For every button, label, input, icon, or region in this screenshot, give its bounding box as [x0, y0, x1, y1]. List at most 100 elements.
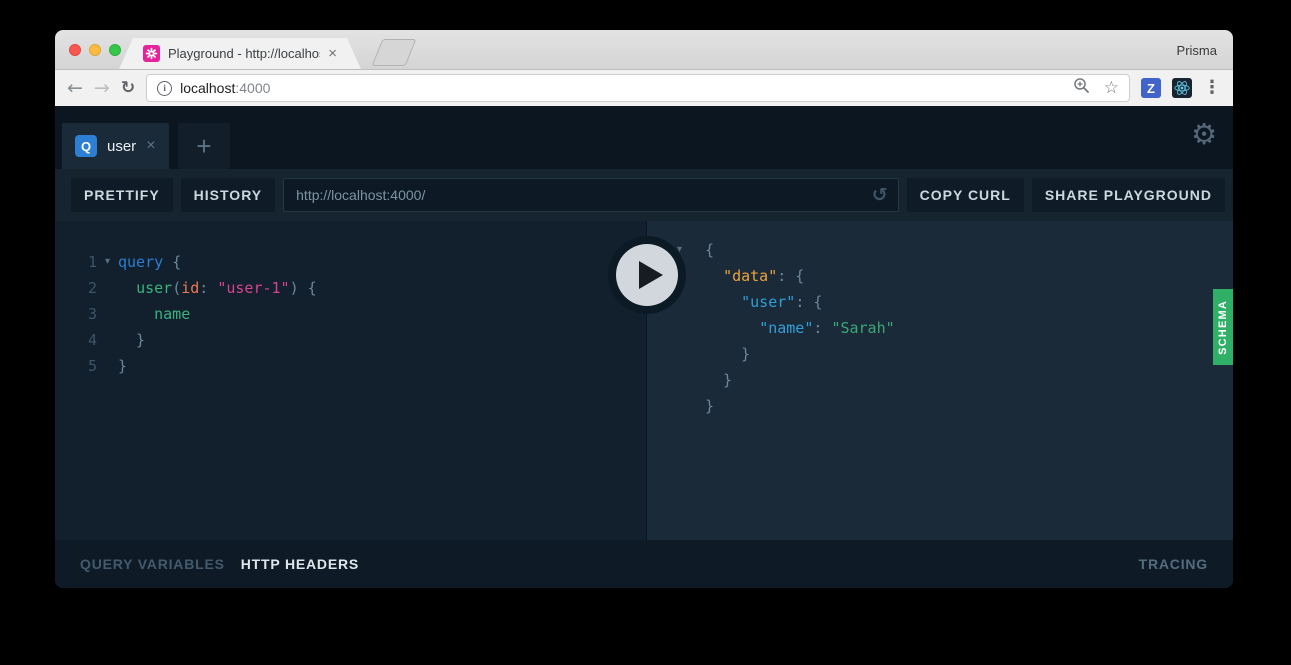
code-token: : [813, 315, 831, 341]
playground-tab-user[interactable]: Q user × [62, 123, 169, 169]
back-icon[interactable]: ← [67, 79, 83, 98]
browser-tab[interactable]: Playground - http://localhost:4 × [119, 38, 361, 69]
url-input[interactable]: i localhost:4000 ☆ [146, 74, 1130, 102]
code-token: } [705, 367, 732, 393]
url-port: :4000 [235, 80, 270, 96]
code-token [705, 289, 741, 315]
fold-arrow-icon [677, 341, 705, 367]
prettify-button[interactable]: PRETTIFY [71, 178, 173, 212]
code-token [118, 275, 136, 301]
code-token: "user-1" [217, 275, 289, 301]
fold-arrow-icon [677, 315, 705, 341]
playground-footer: QUERY VARIABLES HTTP HEADERS TRACING [55, 540, 1233, 588]
playground-tab-close-icon[interactable]: × [146, 138, 155, 154]
code-token: : { [795, 289, 822, 315]
z-extension-icon[interactable]: Z [1141, 78, 1161, 98]
line-number: 4 [55, 327, 97, 353]
code-token: : [199, 275, 217, 301]
fold-arrow-icon [97, 327, 118, 353]
response-code-line: ▾{ [647, 237, 1233, 263]
code-token [118, 301, 154, 327]
bookmark-star-icon[interactable]: ☆ [1104, 80, 1119, 97]
tracing-tab[interactable]: TRACING [1139, 556, 1208, 572]
playground-main: 1▾query {2 user(id: "user-1") {3 name4 }… [55, 221, 1233, 540]
editor-code-line[interactable]: 3 name [55, 301, 646, 327]
http-headers-tab[interactable]: HTTP HEADERS [241, 556, 359, 572]
fold-arrow-icon [677, 367, 705, 393]
editor-code-line[interactable]: 5} [55, 353, 646, 379]
editor-code-line[interactable]: 1▾query { [55, 249, 646, 275]
url-text[interactable]: localhost:4000 [180, 80, 270, 96]
response-code-line: } [647, 393, 1233, 419]
code-token: } [118, 327, 145, 353]
code-token: ) { [290, 275, 317, 301]
browser-titlebar: Playground - http://localhost:4 × Prisma [55, 30, 1233, 70]
traffic-lights [69, 44, 121, 56]
forward-icon: → [94, 79, 110, 98]
fold-arrow-icon [97, 353, 118, 379]
fold-arrow-icon[interactable]: ▾ [97, 249, 118, 275]
settings-gear-icon[interactable]: ⚙ [1191, 120, 1217, 149]
playground-tab-label: user [107, 138, 136, 155]
code-token: } [705, 341, 750, 367]
code-token: ( [172, 275, 181, 301]
play-icon [639, 261, 663, 289]
response-code-line: "user": { [647, 289, 1233, 315]
graphql-playground: Q user × + ⚙ PRETTIFY HISTORY http://loc… [55, 106, 1233, 588]
response-code-line: } [647, 341, 1233, 367]
chrome-menu-icon[interactable]: ⋮ [1203, 79, 1221, 97]
code-token [705, 263, 723, 289]
line-number: 2 [55, 275, 97, 301]
execute-query-button[interactable] [608, 236, 686, 314]
history-button[interactable]: HISTORY [181, 178, 275, 212]
query-type-badge: Q [75, 135, 97, 157]
code-token: { [705, 237, 714, 263]
copy-curl-button[interactable]: COPY CURL [907, 178, 1024, 212]
reload-icon[interactable]: ↻ [121, 80, 135, 97]
browser-tab-title: Playground - http://localhost:4 [168, 46, 320, 61]
line-number: 3 [55, 301, 97, 327]
line-number: 5 [55, 353, 97, 379]
code-token: } [118, 353, 127, 379]
endpoint-url-value: http://localhost:4000/ [296, 187, 425, 203]
editor-code-line[interactable]: 2 user(id: "user-1") { [55, 275, 646, 301]
browser-window: Playground - http://localhost:4 × Prisma… [55, 30, 1233, 588]
endpoint-reload-icon[interactable]: ↺ [872, 184, 888, 206]
code-token: "data" [723, 263, 777, 289]
react-devtools-extension-icon[interactable] [1172, 78, 1192, 98]
fold-arrow-icon [97, 301, 118, 327]
share-playground-button[interactable]: SHARE PLAYGROUND [1032, 178, 1225, 212]
response-viewer: ▾{▾ "data": { "user": { "name": "Sarah" … [647, 221, 1233, 540]
code-token: "name" [759, 315, 813, 341]
query-variables-tab[interactable]: QUERY VARIABLES [80, 556, 225, 572]
browser-addressbar: ← → ↻ i localhost:4000 ☆ Z [55, 70, 1233, 106]
code-token: name [154, 301, 190, 327]
close-window-button[interactable] [69, 44, 81, 56]
code-token [705, 315, 759, 341]
code-token: : { [777, 263, 804, 289]
execute-query-button-circle [616, 244, 678, 306]
zoom-page-icon[interactable] [1073, 77, 1090, 99]
playground-tabstrip: Q user × + ⚙ [55, 106, 1233, 169]
endpoint-url-input[interactable]: http://localhost:4000/ ↺ [283, 178, 898, 212]
fold-arrow-icon [97, 275, 118, 301]
minimize-window-button[interactable] [89, 44, 101, 56]
editor-code-line[interactable]: 4 } [55, 327, 646, 353]
schema-side-tab-label: SCHEMA [1217, 300, 1229, 355]
browser-profile-name[interactable]: Prisma [1177, 30, 1217, 70]
playground-new-tab-button[interactable]: + [178, 123, 230, 169]
page-info-icon[interactable]: i [157, 81, 172, 96]
schema-side-tab[interactable]: SCHEMA [1213, 289, 1233, 365]
code-token: } [705, 393, 714, 419]
response-code-line: } [647, 367, 1233, 393]
code-token: user [136, 275, 172, 301]
fullscreen-window-button[interactable] [109, 44, 121, 56]
query-editor[interactable]: 1▾query {2 user(id: "user-1") {3 name4 }… [55, 221, 647, 540]
code-token: "Sarah" [831, 315, 894, 341]
code-token: { [172, 249, 181, 275]
browser-tab-close-icon[interactable]: × [328, 46, 337, 61]
new-browser-tab-button[interactable] [372, 39, 417, 66]
code-token: query [118, 249, 172, 275]
response-code-line: "name": "Sarah" [647, 315, 1233, 341]
response-code-line: ▾ "data": { [647, 263, 1233, 289]
